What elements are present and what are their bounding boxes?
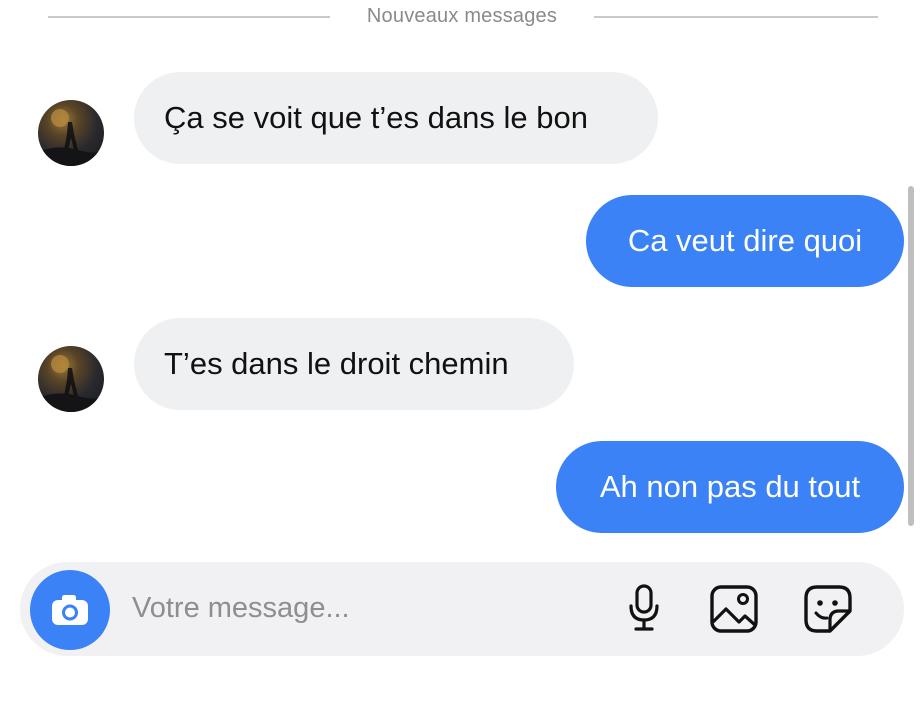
divider-line-left [48, 16, 330, 18]
sender-avatar[interactable] [38, 100, 104, 166]
image-icon [710, 585, 758, 633]
message-text: Ca veut dire quoi [627, 223, 863, 258]
incoming-message-bubble[interactable]: Ça se voit que t’es dans le bon [134, 72, 658, 164]
sticker-button[interactable] [802, 583, 854, 635]
incoming-message-bubble[interactable]: T’es dans le droit chemin [134, 318, 574, 410]
sender-avatar[interactable] [38, 346, 104, 412]
camera-icon [52, 595, 88, 625]
message-text: T’es dans le droit chemin [164, 346, 509, 381]
scrollbar[interactable] [908, 186, 914, 526]
chat-screen: Nouveaux messages Ça se voit que t’es da… [0, 0, 923, 701]
divider-line-right [594, 16, 878, 18]
new-messages-label: Nouveaux messages [366, 5, 558, 27]
microphone-button[interactable] [618, 583, 670, 635]
camera-button[interactable] [30, 570, 110, 650]
message-text: Ah non pas du tout [599, 469, 861, 504]
message-text: Ça se voit que t’es dans le bon [164, 100, 588, 135]
outgoing-message-bubble[interactable]: Ah non pas du tout [556, 441, 904, 533]
message-composer [20, 562, 904, 656]
gallery-button[interactable] [708, 583, 760, 635]
outgoing-message-bubble[interactable]: Ca veut dire quoi [586, 195, 904, 287]
microphone-icon [629, 584, 659, 631]
new-messages-divider: Nouveaux messages [48, 3, 878, 29]
sticker-icon [804, 585, 852, 633]
message-input[interactable] [132, 584, 592, 632]
